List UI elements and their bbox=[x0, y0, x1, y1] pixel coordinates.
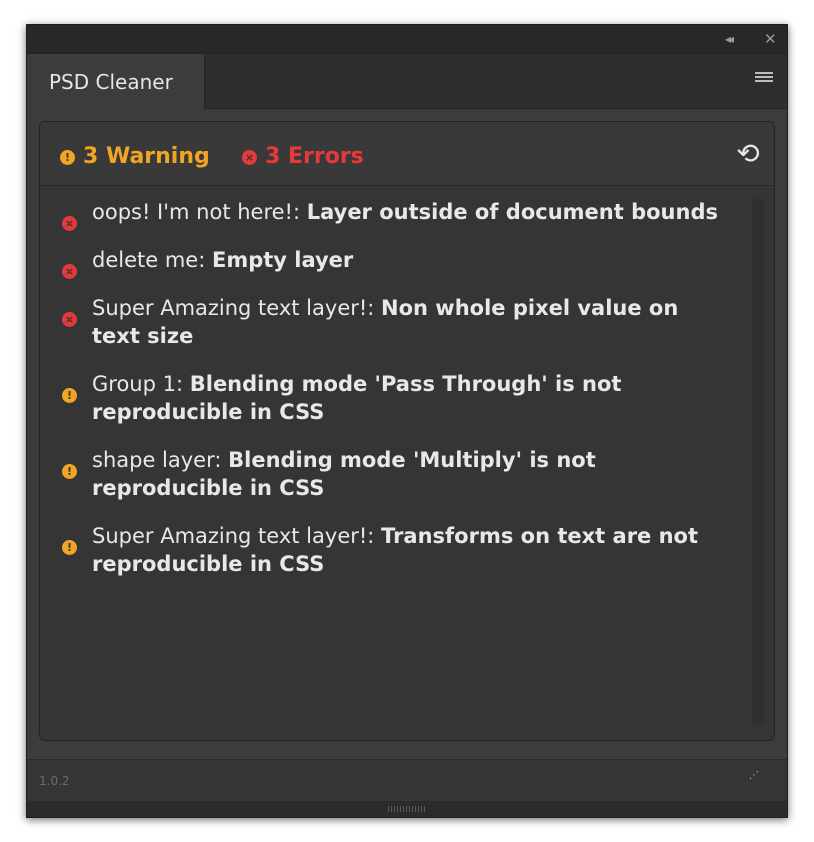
issue-layer-name: shape layer: bbox=[92, 448, 229, 472]
issue-layer-name: oops! I'm not here!: bbox=[92, 200, 307, 224]
scrollbar[interactable] bbox=[752, 198, 764, 726]
tab-psd-cleaner[interactable]: PSD Cleaner bbox=[27, 54, 205, 110]
warning-icon: ! bbox=[62, 464, 77, 479]
panel-gripper-handle[interactable] bbox=[388, 806, 426, 812]
error-icon: × bbox=[62, 264, 77, 279]
hamburger-menu-icon[interactable] bbox=[755, 72, 773, 86]
panel-bottom-edge bbox=[27, 801, 787, 817]
issue-item[interactable]: ! shape layer: Blending mode 'Multiply' i… bbox=[40, 446, 740, 502]
issue-item[interactable]: ! Group 1: Blending mode 'Pass Through' i… bbox=[40, 370, 740, 426]
issue-layer-name: delete me: bbox=[92, 248, 212, 272]
warning-count[interactable]: ! 3 Warning bbox=[60, 144, 210, 170]
issues-panel: ! 3 Warning × 3 Errors ⟲ × oops! I'm not he… bbox=[39, 121, 775, 741]
issue-item[interactable]: × delete me: Empty layer bbox=[40, 246, 740, 279]
error-count[interactable]: × 3 Errors bbox=[242, 144, 364, 170]
issue-message: Layer outside of document bounds bbox=[306, 200, 718, 224]
double-chevron-left-icon[interactable]: ◂◂ bbox=[725, 29, 734, 49]
error-icon: × bbox=[62, 312, 77, 327]
error-icon: × bbox=[242, 150, 257, 165]
error-count-label: 3 Errors bbox=[265, 144, 364, 169]
issue-layer-name: Super Amazing text layer!: bbox=[92, 524, 382, 548]
issue-item[interactable]: × Super Amazing text layer!: Non whole pi… bbox=[40, 294, 740, 350]
issue-layer-name: Super Amazing text layer!: bbox=[92, 296, 382, 320]
refresh-icon[interactable]: ⟲ bbox=[732, 138, 764, 170]
panel-titlebar: ◂◂ ✕ bbox=[27, 25, 787, 53]
issue-item[interactable]: ! Super Amazing text layer!: Transforms o… bbox=[40, 522, 740, 578]
summary-bar: ! 3 Warning × 3 Errors ⟲ bbox=[40, 122, 774, 186]
error-icon: × bbox=[62, 216, 77, 231]
warning-count-label: 3 Warning bbox=[83, 144, 210, 169]
warning-icon: ! bbox=[62, 540, 77, 555]
panel-tabbar: PSD Cleaner bbox=[27, 53, 787, 110]
issue-message: Empty layer bbox=[211, 248, 354, 272]
issue-layer-name: Group 1: bbox=[92, 372, 190, 396]
close-icon[interactable]: ✕ bbox=[764, 29, 777, 49]
warning-icon: ! bbox=[62, 388, 77, 403]
resize-grip-icon[interactable]: ⋰ bbox=[749, 770, 759, 781]
version-label: 1.0.2 bbox=[39, 774, 70, 788]
psd-cleaner-panel: ◂◂ ✕ PSD Cleaner ! 3 Warning × 3 Errors ⟲ … bbox=[26, 24, 788, 818]
issue-item[interactable]: × oops! I'm not here!: Layer outside of d… bbox=[40, 198, 740, 231]
issue-list: × oops! I'm not here!: Layer outside of d… bbox=[40, 198, 740, 598]
panel-footer: 1.0.2 ⋰ bbox=[27, 759, 787, 801]
warning-icon: ! bbox=[60, 150, 75, 165]
